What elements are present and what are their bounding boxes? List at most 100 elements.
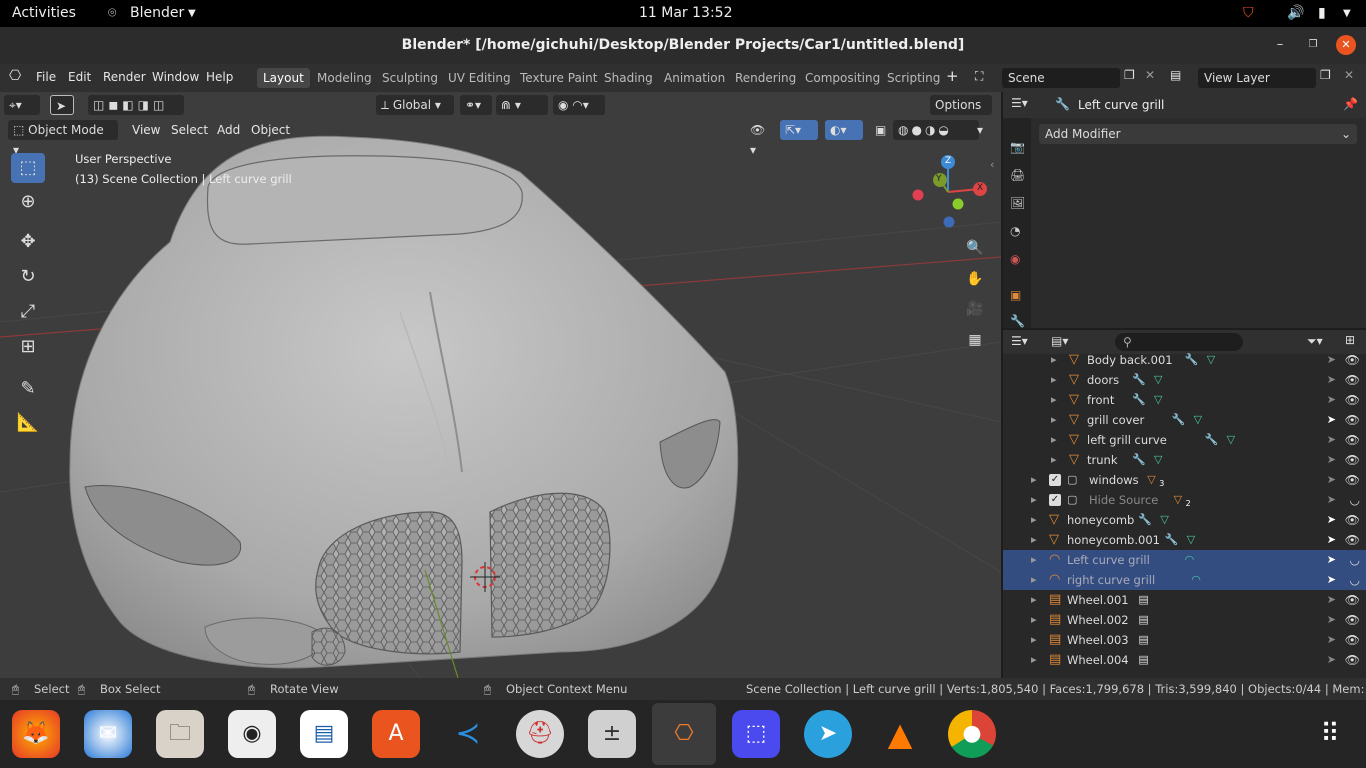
expand-arrow-icon[interactable]: ▸: [1051, 430, 1057, 450]
editor-type-icon[interactable]: ⌖▾: [4, 95, 40, 115]
show-apps-icon[interactable]: ⠿: [1306, 710, 1354, 758]
expand-arrow-icon[interactable]: ▸: [1031, 650, 1037, 670]
app-menu-label[interactable]: Blender: [130, 5, 184, 21]
expand-arrow-icon[interactable]: ▸: [1051, 410, 1057, 430]
blender-dock-icon[interactable]: ⎔: [652, 703, 716, 765]
expand-arrow-icon[interactable]: ▸: [1051, 390, 1057, 410]
outliner-row[interactable]: ▸ ▤ Wheel.004 ▤ ➤ 👁: [1003, 650, 1366, 670]
selectable-toggle-icon[interactable]: ➤: [1327, 610, 1336, 630]
eye-icon[interactable]: 👁: [1345, 430, 1360, 450]
cursor-tool-icon[interactable]: ⊕: [11, 187, 45, 217]
calculator-icon[interactable]: ±: [588, 710, 636, 758]
rhythmbox-icon[interactable]: ◉: [228, 710, 276, 758]
object-props-icon[interactable]: ▣: [1010, 288, 1021, 302]
viewport-menu-select[interactable]: Select: [171, 123, 208, 137]
pivot-point-icon[interactable]: ⚭▾: [460, 95, 492, 115]
outliner-row[interactable]: ▸ ▽ honeycomb 🔧 ▽ ➤ 👁: [1003, 510, 1366, 530]
rotate-tool-icon[interactable]: ↻: [11, 262, 45, 292]
outliner-row[interactable]: ▸ ▤ Wheel.001 ▤ ➤ 👁: [1003, 590, 1366, 610]
expand-arrow-icon[interactable]: ▸: [1031, 610, 1037, 630]
tab-sculpting[interactable]: Sculpting: [376, 68, 444, 88]
vlc-icon[interactable]: ▲: [876, 710, 924, 758]
checkbox-icon[interactable]: ✓: [1049, 474, 1061, 486]
screenshot-icon[interactable]: ⬚: [732, 710, 780, 758]
expand-arrow-icon[interactable]: ▸: [1031, 570, 1037, 590]
gizmo-toggle-icon[interactable]: ⇱▾: [780, 120, 818, 140]
volume-icon[interactable]: 🔊: [1287, 5, 1304, 21]
selectable-toggle-icon[interactable]: ➤: [1327, 650, 1336, 670]
empty-data-icon[interactable]: ▤: [1138, 610, 1148, 630]
wrench-icon[interactable]: 🔧: [1138, 510, 1152, 530]
expand-arrow-icon[interactable]: ▸: [1051, 350, 1057, 370]
selectable-toggle-icon[interactable]: ➤: [1327, 450, 1336, 470]
mode-dropdown[interactable]: ⬚ Object Mode ▾: [8, 120, 118, 157]
outliner-row[interactable]: ▸ ▤ Wheel.002 ▤ ➤ 👁: [1003, 610, 1366, 630]
eye-icon[interactable]: 👁: [1345, 410, 1360, 430]
view-layer-icon[interactable]: ▤: [1170, 68, 1181, 82]
outliner-row[interactable]: ▸ ✓ ▢ windows ▽ 3 ➤ 👁: [1003, 470, 1366, 490]
outliner-search-input[interactable]: ⚲: [1115, 333, 1243, 351]
selectable-toggle-icon[interactable]: ➤: [1327, 470, 1336, 490]
tab-uv-editing[interactable]: UV Editing: [442, 68, 517, 88]
eye-icon[interactable]: 👁: [1345, 470, 1360, 490]
scene-selector-icon[interactable]: ⛶: [975, 69, 983, 84]
scale-tool-icon[interactable]: ⤢: [11, 297, 45, 327]
outliner-row[interactable]: ▸ ◠ Left curve grill ◠ ➤ ◡: [1003, 550, 1366, 570]
measure-tool-icon[interactable]: 📐: [11, 408, 45, 438]
tab-shading[interactable]: Shading: [598, 68, 659, 88]
tab-texture-paint[interactable]: Texture Paint: [514, 68, 603, 88]
expand-arrow-icon[interactable]: ▸: [1031, 630, 1037, 650]
world-props-icon[interactable]: ◉: [1010, 252, 1020, 266]
sidebar-toggle-chevron-icon[interactable]: ‹: [990, 158, 994, 171]
mesh-data-icon[interactable]: ▽: [1160, 510, 1168, 530]
chrome-icon[interactable]: ●: [948, 710, 996, 758]
add-workspace-icon[interactable]: +: [946, 67, 959, 85]
outliner-editor-type-icon[interactable]: ☰▾: [1011, 334, 1028, 348]
view-layer-props-icon[interactable]: 🖼: [1010, 196, 1025, 210]
selectable-toggle-icon[interactable]: ➤: [1327, 630, 1336, 650]
thunderbird-icon[interactable]: ✉: [84, 710, 132, 758]
select-box-tool-icon[interactable]: ⬚: [11, 153, 45, 183]
expand-arrow-icon[interactable]: ▸: [1031, 510, 1037, 530]
battery-icon[interactable]: ▮: [1318, 5, 1326, 21]
options-dropdown[interactable]: Options ▾: [930, 95, 992, 132]
mesh-data-icon[interactable]: ▽: [1207, 350, 1215, 370]
outliner-row[interactable]: ▸ ▽ Body back.001 🔧 ▽ ➤ 👁: [1003, 350, 1366, 370]
move-tool-icon[interactable]: ✥: [11, 227, 45, 257]
outliner-row[interactable]: ▸ ▽ grill cover 🔧 ▽ ➤ 👁: [1003, 410, 1366, 430]
pin-icon[interactable]: 📌: [1343, 97, 1358, 111]
menu-render[interactable]: Render: [103, 70, 146, 84]
mesh-data-icon[interactable]: ▽: [1154, 390, 1162, 410]
close-icon[interactable]: ✕: [1336, 35, 1356, 55]
scene-field[interactable]: Scene: [1002, 68, 1120, 88]
vscode-icon[interactable]: ≺: [444, 710, 492, 758]
snap-icon[interactable]: ⋒ ▾: [496, 95, 548, 115]
firefox-icon[interactable]: 🦊: [12, 710, 60, 758]
expand-arrow-icon[interactable]: ▸: [1051, 450, 1057, 470]
menu-file[interactable]: File: [36, 70, 56, 84]
properties-editor-type-icon[interactable]: ☰▾: [1011, 96, 1028, 110]
selectable-toggle-icon[interactable]: ➤: [1327, 490, 1336, 510]
chevron-down-icon[interactable]: ▼: [188, 8, 196, 19]
outliner-row[interactable]: ▸ ▽ honeycomb.001 🔧 ▽ ➤ 👁: [1003, 530, 1366, 550]
tab-rendering[interactable]: Rendering: [729, 68, 802, 88]
shading-mode-icons[interactable]: ◍●◑◒: [893, 120, 979, 140]
expand-arrow-icon[interactable]: ▸: [1031, 490, 1037, 510]
menu-edit[interactable]: Edit: [68, 70, 91, 84]
system-menu-chevron-icon[interactable]: ▼: [1343, 8, 1351, 19]
shield-icon[interactable]: ⛉: [1243, 5, 1254, 21]
eye-icon[interactable]: 👁: [1345, 510, 1360, 530]
child-objects-icon[interactable]: ▽: [1147, 470, 1155, 490]
expand-arrow-icon[interactable]: ▸: [1031, 550, 1037, 570]
zoom-icon[interactable]: 🔍: [962, 235, 988, 261]
eye-icon[interactable]: 👁: [1345, 530, 1360, 550]
wrench-icon[interactable]: 🔧: [1132, 370, 1146, 390]
selectable-toggle-icon[interactable]: ➤: [1327, 390, 1336, 410]
minimize-icon[interactable]: –: [1270, 35, 1290, 55]
selectable-toggle-icon[interactable]: ➤: [1327, 510, 1336, 530]
viewport-menu-object[interactable]: Object: [251, 123, 290, 137]
selection-mode-icons[interactable]: ◫◼◧◨◫: [88, 95, 184, 115]
mesh-data-icon[interactable]: ▽: [1187, 530, 1195, 550]
output-props-icon[interactable]: 🖨: [1010, 168, 1025, 182]
xray-icon[interactable]: ▣: [870, 120, 890, 140]
